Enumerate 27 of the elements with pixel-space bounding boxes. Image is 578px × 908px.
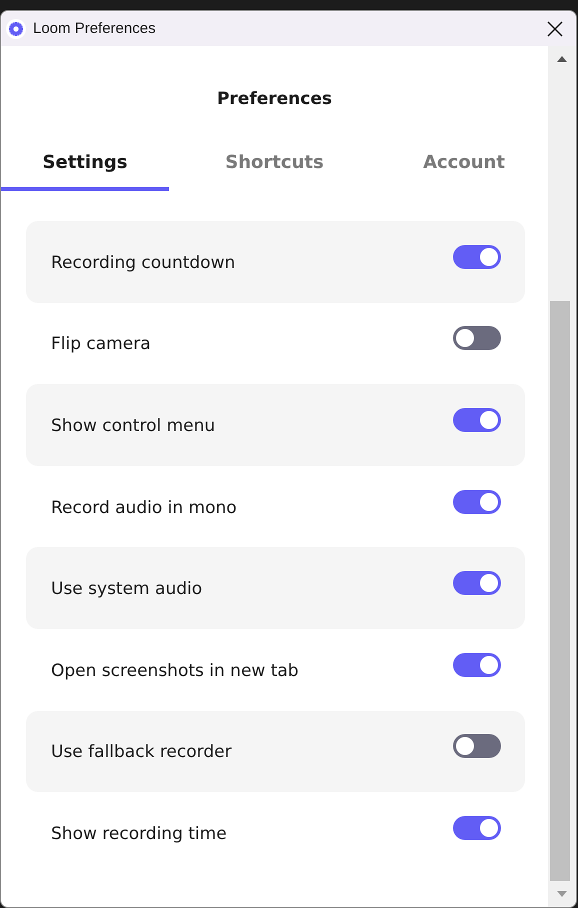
window-title: Loom Preferences [33,20,157,37]
toggle-switch[interactable] [453,408,501,432]
setting-label: Flip camera [51,334,151,354]
scroll-thumb[interactable] [550,301,570,881]
toggle-switch[interactable] [453,490,501,514]
setting-label: Use system audio [51,579,202,600]
scroll-up-icon[interactable] [557,56,567,62]
close-icon [547,20,563,36]
setting-label: Show control menu [51,416,216,436]
toggle-switch[interactable] [453,734,501,758]
setting-label: Show recording time [51,824,227,844]
app-logo-icon [6,18,26,38]
tab[interactable]: Account [380,147,548,191]
setting-label: Recording countdown [51,252,236,273]
toggle-switch[interactable] [453,326,501,350]
setting-label: Open screenshots in new tab [51,660,299,681]
toggle-switch[interactable] [453,244,501,269]
scroll-down-icon[interactable] [557,891,567,897]
page-heading: Preferences [216,89,334,111]
toggle-switch[interactable] [453,816,501,840]
toggle-switch[interactable] [453,571,501,596]
setting-label: Use fallback recorder [51,742,232,762]
scrollbar[interactable] [548,46,576,907]
toggle-switch[interactable] [453,652,501,677]
tab[interactable]: Settings [1,147,169,191]
tab[interactable]: Shortcuts [169,147,380,191]
setting-label: Record audio in mono [51,498,237,518]
